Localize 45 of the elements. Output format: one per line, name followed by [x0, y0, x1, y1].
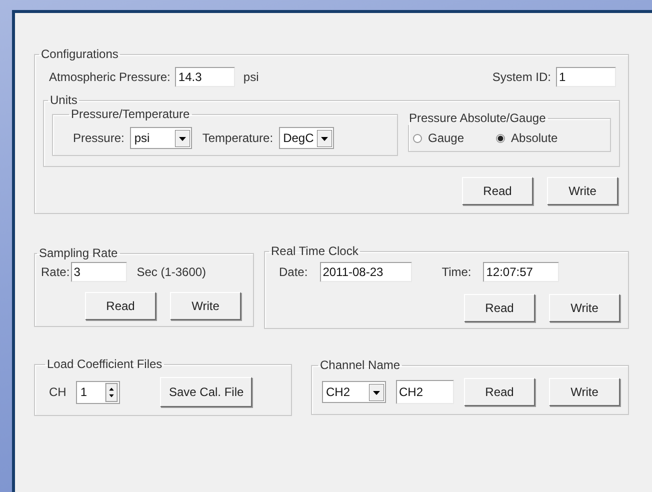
group-label: Channel Name	[319, 358, 402, 372]
button[interactable]: Read	[462, 177, 533, 205]
option-label[interactable]: Gauge	[428, 131, 464, 145]
caret-icon[interactable]	[175, 130, 190, 146]
field-label: Sec (1-3600)	[136, 265, 206, 279]
radio-button[interactable]	[413, 134, 422, 142]
input-field[interactable]: 3	[70, 262, 127, 282]
input-field[interactable]: 12:07:57	[483, 262, 560, 282]
input-field[interactable]: CH2	[396, 380, 454, 404]
field-label: CH	[49, 385, 66, 399]
input-field[interactable]: 14.3	[175, 67, 236, 87]
group-label: Pressure/Temperature	[70, 107, 191, 121]
group-label: Load Coefficient Files	[46, 357, 164, 371]
dropdown[interactable]: DegC	[279, 127, 334, 149]
group-label: Real Time Clock	[270, 244, 360, 258]
option-label[interactable]: Absolute	[511, 131, 558, 145]
group-label: Units	[49, 93, 78, 107]
field-label: psi	[243, 70, 259, 84]
button[interactable]: Read	[464, 294, 535, 322]
group-label: Sampling Rate	[38, 246, 119, 260]
dropdown[interactable]: CH2	[322, 381, 386, 403]
field-label: Temperature:	[202, 131, 274, 145]
button[interactable]: Read	[85, 292, 156, 320]
button[interactable]: Save Cal. File	[160, 377, 252, 407]
field-label: Atmospheric Pressure:	[49, 70, 170, 84]
group-label: Configurations	[40, 47, 120, 61]
caret-icon[interactable]	[369, 384, 384, 400]
button[interactable]: Write	[170, 292, 241, 320]
spin-box[interactable]: 1	[76, 380, 120, 404]
button[interactable]: Write	[547, 177, 618, 205]
caret-icon[interactable]	[317, 130, 332, 146]
group-label: Pressure Absolute/Gauge	[408, 111, 547, 125]
input-field[interactable]: 1	[556, 67, 616, 87]
button[interactable]: Read	[464, 378, 535, 406]
up-down-arrows-icon[interactable]	[105, 382, 118, 402]
field-label: Date:	[279, 265, 308, 279]
dropdown[interactable]: psi	[130, 127, 192, 149]
button[interactable]: Write	[549, 378, 620, 406]
button[interactable]: Write	[549, 294, 620, 322]
input-field[interactable]: 2011-08-23	[320, 262, 412, 282]
radio-button[interactable]	[496, 134, 506, 142]
field-label: Time:	[442, 265, 472, 279]
field-label: Pressure:	[73, 131, 124, 145]
field-label: System ID:	[492, 70, 551, 84]
field-label: Rate:	[41, 265, 70, 279]
